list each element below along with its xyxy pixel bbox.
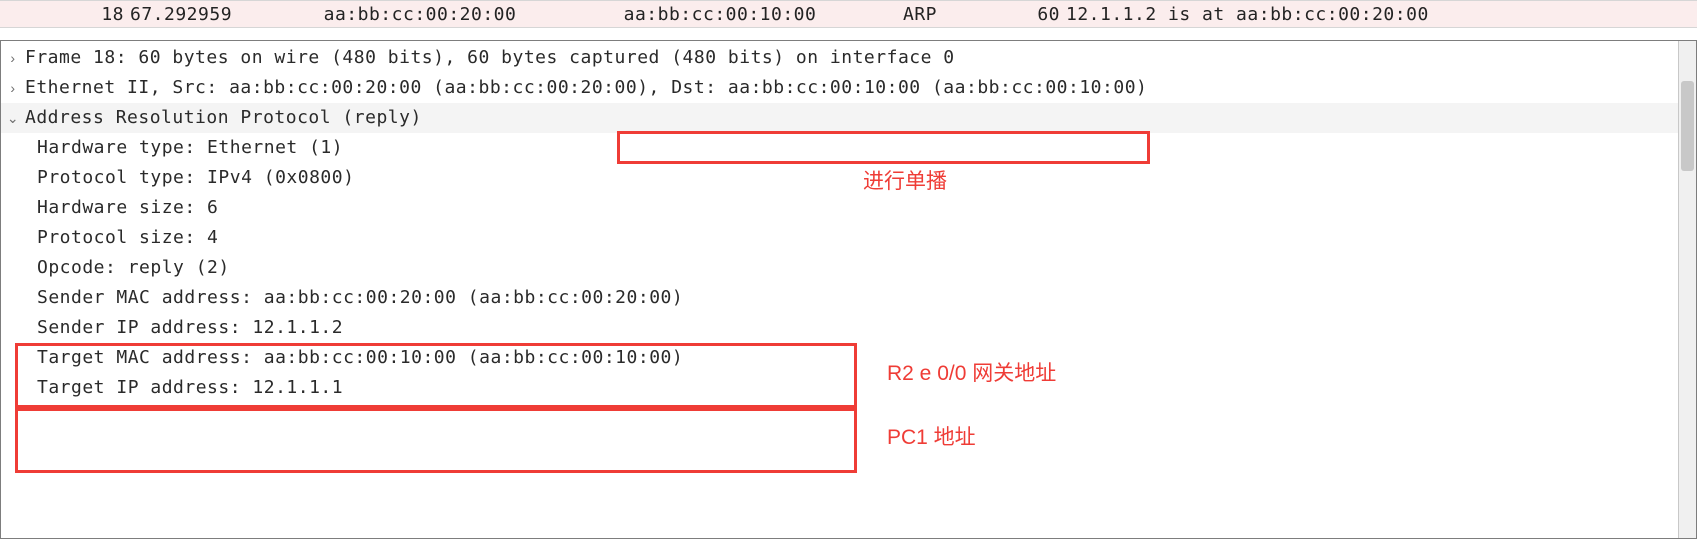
tree-opcode-text: Opcode: reply (2) [37,253,230,283]
tree-arp-header[interactable]: ⌄ Address Resolution Protocol (reply) [1,103,1696,133]
col-length: 60 [970,4,1060,25]
tree-eth-src-text: Ethernet II, Src: aa:bb:cc:00:20:00 (aa:… [25,73,671,103]
tree-arp-header-text: Address Resolution Protocol (reply) [25,103,422,133]
detail-tree: › Frame 18: 60 bytes on wire (480 bits),… [1,41,1696,403]
tree-hw-size[interactable]: Hardware size: 6 [1,193,1696,223]
tree-hw-type-text: Hardware type: Ethernet (1) [37,133,343,163]
tree-proto-size[interactable]: Protocol size: 4 [1,223,1696,253]
annotation-pc1-addr: PC1 地址 [887,421,976,451]
tree-opcode[interactable]: Opcode: reply (2) [1,253,1696,283]
tree-sender-ip[interactable]: Sender IP address: 12.1.1.2 [1,313,1696,343]
tree-target-ip-text: Target IP address: 12.1.1.1 [37,373,343,403]
tree-proto-type-text: Protocol type: IPv4 (0x0800) [37,163,354,193]
packet-list-row[interactable]: 18 67.292959 aa:bb:cc:00:20:00 aa:bb:cc:… [0,0,1697,28]
scrollbar-thumb[interactable] [1681,81,1694,171]
tree-target-mac[interactable]: Target MAC address: aa:bb:cc:00:10:00 (a… [1,343,1696,373]
col-source: aa:bb:cc:00:20:00 [270,4,570,25]
col-destination: aa:bb:cc:00:10:00 [570,4,870,25]
annotation-r2-gateway: R2 e 0/0 网关地址 [887,357,1056,387]
col-time: 67.292959 [130,4,270,25]
col-protocol: ARP [870,4,970,25]
tree-target-mac-text: Target MAC address: aa:bb:cc:00:10:00 (a… [37,343,683,373]
tree-sender-ip-text: Sender IP address: 12.1.1.2 [37,313,343,343]
chevron-right-icon[interactable]: › [5,43,21,73]
tree-ethernet[interactable]: › Ethernet II, Src: aa:bb:cc:00:20:00 (a… [1,73,1696,103]
tree-proto-type[interactable]: Protocol type: IPv4 (0x0800) [1,163,1696,193]
col-no: 18 [0,4,130,25]
tree-frame[interactable]: › Frame 18: 60 bytes on wire (480 bits),… [1,43,1696,73]
chevron-down-icon[interactable]: ⌄ [5,103,21,133]
chevron-right-icon[interactable]: › [5,73,21,103]
packet-detail-pane: › Frame 18: 60 bytes on wire (480 bits),… [0,40,1697,539]
annotation-unicast: 进行单播 [863,165,947,195]
annotation-box-target [15,408,857,473]
tree-hw-size-text: Hardware size: 6 [37,193,218,223]
tree-sender-mac-text: Sender MAC address: aa:bb:cc:00:20:00 (a… [37,283,683,313]
col-info: 12.1.1.2 is at aa:bb:cc:00:20:00 [1060,4,1697,25]
tree-eth-dst-text: Dst: aa:bb:cc:00:10:00 (aa:bb:cc:00:10:0… [671,73,1147,103]
vertical-scrollbar[interactable] [1678,41,1696,538]
tree-target-ip[interactable]: Target IP address: 12.1.1.1 [1,373,1696,403]
tree-sender-mac[interactable]: Sender MAC address: aa:bb:cc:00:20:00 (a… [1,283,1696,313]
tree-frame-text: Frame 18: 60 bytes on wire (480 bits), 6… [25,43,955,73]
tree-proto-size-text: Protocol size: 4 [37,223,218,253]
tree-hw-type[interactable]: Hardware type: Ethernet (1) [1,133,1696,163]
